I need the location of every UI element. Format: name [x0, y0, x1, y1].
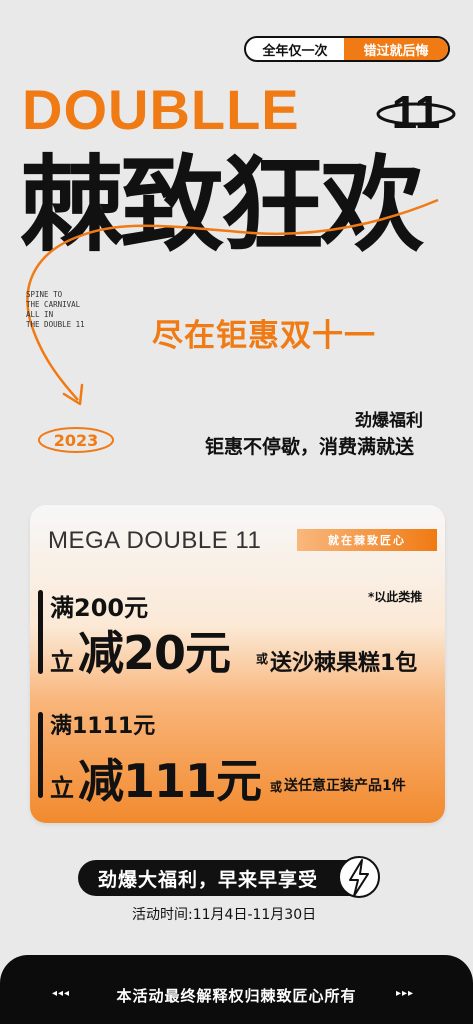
offer1-prefix: 立: [50, 648, 74, 676]
spine-line: THE CARNIVAL: [26, 300, 81, 309]
top-pill-left: 全年仅一次: [262, 43, 328, 59]
offer2-gift: 送任意正装产品1件: [284, 778, 406, 794]
offer2-bar: [38, 712, 43, 798]
spine-line: THE DOUBLE 11: [26, 320, 85, 329]
banner-pill: 劲爆大福利，早来早享受: [78, 860, 368, 896]
spine-text: SPINE TO THE CARNIVAL ALL IN THE DOUBLE …: [26, 290, 85, 330]
eleven-logo: 11: [376, 86, 456, 136]
offer2-discount: 减111元: [78, 754, 262, 808]
offer1-gift: 送沙棘果糕1包: [270, 651, 418, 676]
offer1-discount: 减20元: [78, 626, 231, 680]
card-tag: 就在棘致匠心: [297, 529, 437, 551]
top-pill: 全年仅一次 错过就后悔: [244, 36, 450, 62]
activity-dates: 活动时间:11月4日-11月30日: [132, 907, 317, 923]
headline: DOUBLLE: [22, 78, 300, 141]
offer2-prefix: 立: [50, 774, 74, 802]
footer-right-arrows: ▸▸▸: [396, 988, 415, 999]
subtitle: 尽在钜惠双十一: [152, 318, 376, 354]
eleven-number: 11: [392, 86, 441, 136]
top-pill-right: 错过就后悔: [344, 38, 448, 60]
card-note: *以此类推: [368, 590, 423, 604]
offer2-or: 或: [270, 780, 283, 794]
benefit-subtitle: 钜惠不停歇，消费满就送: [205, 436, 415, 458]
card-title: MEGA DOUBLE 11: [48, 527, 262, 554]
spine-line: ALL IN: [26, 310, 54, 319]
lightning-icon: [338, 856, 380, 898]
offer1-bar: [38, 590, 43, 674]
offer2-condition: 满1111元: [50, 714, 156, 739]
offer1-or: 或: [256, 652, 269, 666]
benefit-title: 劲爆福利: [355, 411, 423, 431]
year-badge: 2023: [38, 427, 114, 453]
spine-line: SPINE TO: [26, 290, 63, 299]
year-text: 2023: [54, 431, 99, 450]
